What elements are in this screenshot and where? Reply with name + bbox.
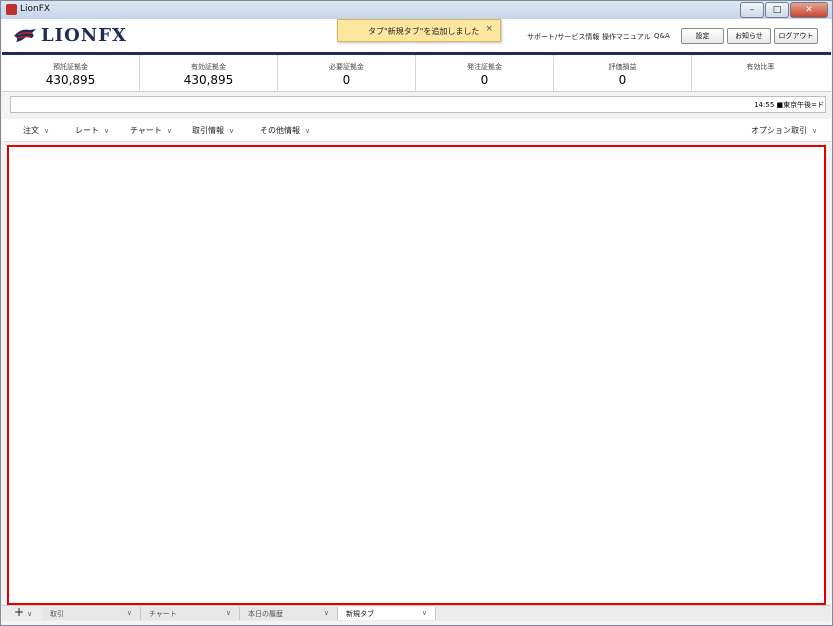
stat-label: 有効比率 (746, 63, 775, 71)
title-bar: LionFX – □ ✕ (1, 1, 832, 19)
stat-label: 評価損益 (608, 63, 637, 71)
tab-label: 新規タブ (346, 610, 374, 618)
notices-button[interactable]: お知らせ (727, 28, 771, 44)
chevron-down-icon: ∨ (305, 127, 311, 135)
support-link[interactable]: サポート/サービス情報 (527, 32, 599, 42)
logout-button[interactable]: ログアウト (774, 28, 818, 44)
stat-value: 0 (342, 73, 351, 87)
menu-rate[interactable]: レート ∨ (75, 125, 109, 136)
stat-order-margin: 発注証拠金 0 (416, 55, 554, 91)
lion-logo-icon (14, 28, 36, 42)
menu-order[interactable]: 注文 ∨ (23, 125, 49, 136)
toast-close-icon[interactable]: × (485, 24, 493, 34)
chevron-down-icon: ∨ (229, 127, 235, 135)
chevron-down-icon: ∨ (225, 609, 231, 617)
chevron-down-icon: ∨ (126, 609, 132, 617)
add-tab-button[interactable]: + ∨ (14, 606, 32, 621)
stat-required-margin: 必要証拠金 0 (278, 55, 416, 91)
app-header: LIONFX タブ"新規タブ"を追加しました × サポート/サービス情報 操作マ… (2, 19, 831, 55)
settings-button[interactable]: 設定 (681, 28, 724, 44)
stat-deposit: 預託証拠金 430,895 (2, 55, 140, 91)
stat-effective-margin: 有効証拠金 430,895 (140, 55, 278, 91)
main-menu: 注文 ∨ レート ∨ チャート ∨ 取引情報 ∨ その他情報 ∨ オプション取引 ∨ (2, 119, 831, 142)
minimize-icon[interactable]: – (740, 2, 764, 18)
menu-options-trading[interactable]: オプション取引 ∨ (751, 125, 817, 136)
new-tab-content-area[interactable] (7, 145, 826, 605)
menu-trade-info[interactable]: 取引情報 ∨ (192, 125, 234, 136)
stat-effective-ratio: 有効比率 (692, 55, 829, 91)
menu-chart[interactable]: チャート ∨ (130, 125, 172, 136)
stat-label: 必要証拠金 (329, 63, 364, 71)
chevron-down-icon: ∨ (27, 610, 33, 618)
menu-label: その他情報 (260, 126, 300, 135)
app-icon (6, 4, 17, 15)
menu-label: レート (75, 126, 99, 135)
tab-label: 取引 (50, 610, 64, 618)
stat-unrealized-pl: 評価損益 0 (554, 55, 692, 91)
menu-label: 取引情報 (192, 126, 224, 135)
logo: LIONFX (12, 25, 127, 46)
menu-other-info[interactable]: その他情報 ∨ (260, 125, 310, 136)
bottom-tab-bar: + ∨ 取引 ∨ チャート ∨ 本日の履歴 ∨ 新規タブ ∨ (2, 605, 831, 621)
faq-link[interactable]: Q&A (654, 32, 670, 40)
stat-label: 預託証拠金 (53, 63, 88, 71)
chevron-down-icon: ∨ (104, 127, 110, 135)
tab-chart[interactable]: チャート ∨ (141, 607, 240, 620)
manual-link[interactable]: 操作マニュアル (602, 32, 651, 42)
ticker-text: 14:55 ■東京午後=ド (754, 101, 824, 109)
chevron-down-icon: ∨ (812, 127, 818, 135)
account-summary: 預託証拠金 430,895 有効証拠金 430,895 必要証拠金 0 発注証拠… (2, 55, 831, 92)
chevron-down-icon: ∨ (323, 609, 329, 617)
chevron-down-icon: ∨ (166, 127, 173, 135)
logo-text: LIONFX (41, 25, 127, 46)
close-icon[interactable]: ✕ (790, 2, 828, 18)
tab-trade[interactable]: 取引 ∨ (42, 607, 141, 620)
notification-toast: タブ"新規タブ"を追加しました × (337, 19, 501, 42)
chevron-down-icon: ∨ (421, 609, 427, 617)
stat-value: 0 (480, 73, 489, 87)
stat-value: 0 (618, 73, 627, 87)
window-title: LionFX (20, 4, 51, 14)
stat-value: 430,895 (183, 73, 234, 87)
tab-today-history[interactable]: 本日の履歴 ∨ (240, 607, 338, 620)
tab-label: 本日の履歴 (248, 610, 283, 618)
plus-icon: + (14, 605, 25, 619)
tab-new[interactable]: 新規タブ ∨ (338, 607, 436, 620)
app-window: LionFX – □ ✕ LIONFX タブ"新規タブ"を追加しました × サポ… (0, 0, 833, 626)
menu-label: オプション取引 (751, 126, 807, 135)
stat-label: 有効証拠金 (191, 63, 226, 71)
menu-label: 注文 (23, 126, 39, 135)
tab-label: チャート (149, 610, 177, 618)
stat-label: 発注証拠金 (467, 63, 502, 71)
news-ticker[interactable]: 14:55 ■東京午後=ド (10, 96, 826, 113)
menu-label: チャート (130, 126, 162, 135)
maximize-icon[interactable]: □ (765, 2, 789, 18)
toast-message: タブ"新規タブ"を追加しました (368, 27, 480, 36)
stat-value: 430,895 (45, 73, 96, 87)
chevron-down-icon: ∨ (44, 127, 50, 135)
